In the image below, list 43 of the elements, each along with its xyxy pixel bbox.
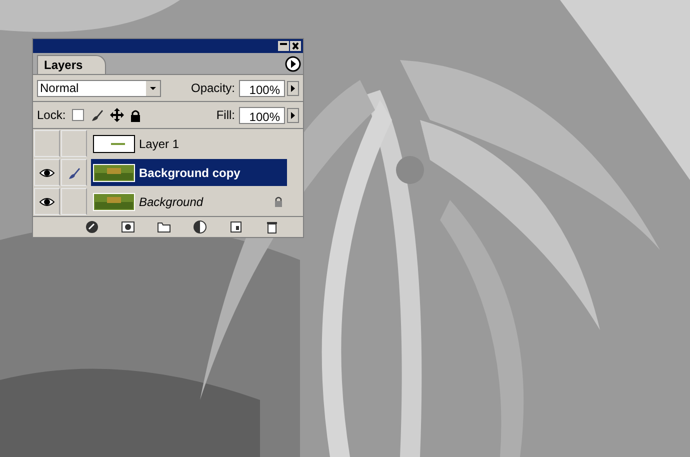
visibility-toggle[interactable] — [34, 130, 60, 157]
opacity-field[interactable]: 100% — [239, 80, 285, 96]
fill-label: Fill: — [216, 107, 235, 124]
layer-name: Background — [139, 194, 204, 210]
blend-mode-dropdown[interactable]: Normal — [37, 80, 161, 96]
style-icon[interactable] — [85, 220, 99, 234]
lock-icon[interactable] — [130, 108, 141, 122]
link-toggle[interactable] — [61, 188, 87, 215]
link-toggle[interactable] — [61, 159, 87, 186]
new-layer-icon[interactable] — [229, 220, 243, 234]
adjustment-icon[interactable] — [193, 220, 207, 234]
layer-name: Background copy — [139, 164, 240, 182]
folder-icon[interactable] — [157, 220, 171, 234]
eye-icon — [39, 196, 55, 206]
caret-icon[interactable] — [146, 80, 160, 96]
mask-icon[interactable] — [121, 220, 135, 234]
checkbox-icon[interactable] — [72, 109, 84, 121]
arrow-button-icon[interactable] — [287, 108, 299, 122]
blend-mode-value: Normal — [40, 80, 79, 97]
arrow-button-icon[interactable] — [287, 80, 299, 96]
layer-name: Layer 1 — [139, 136, 180, 152]
close-icon[interactable] — [290, 41, 301, 51]
layer-row[interactable]: Background — [91, 188, 287, 215]
trash-icon[interactable] — [265, 220, 279, 234]
eye-icon — [39, 168, 55, 178]
brush-icon — [67, 166, 81, 180]
link-toggle[interactable] — [61, 130, 87, 157]
visibility-toggle[interactable] — [34, 188, 60, 215]
layer-thumbnail — [93, 192, 135, 210]
layer-thumbnail — [93, 134, 135, 152]
layer-row[interactable]: Background copy — [91, 159, 287, 186]
opacity-label: Opacity: — [190, 80, 235, 97]
layers-tab[interactable]: Layers — [37, 55, 106, 74]
brush-icon[interactable] — [90, 108, 104, 122]
visibility-toggle[interactable] — [34, 159, 60, 186]
move-icon[interactable] — [110, 108, 124, 122]
menu-icon[interactable] — [285, 56, 301, 72]
lock-label: Lock: — [37, 107, 66, 124]
fill-field[interactable]: 100% — [239, 106, 285, 124]
layer-row[interactable]: Layer 1 — [91, 130, 287, 157]
lock-icon — [274, 196, 283, 207]
layer-thumbnail — [93, 164, 135, 182]
minimize-icon[interactable] — [278, 41, 289, 51]
